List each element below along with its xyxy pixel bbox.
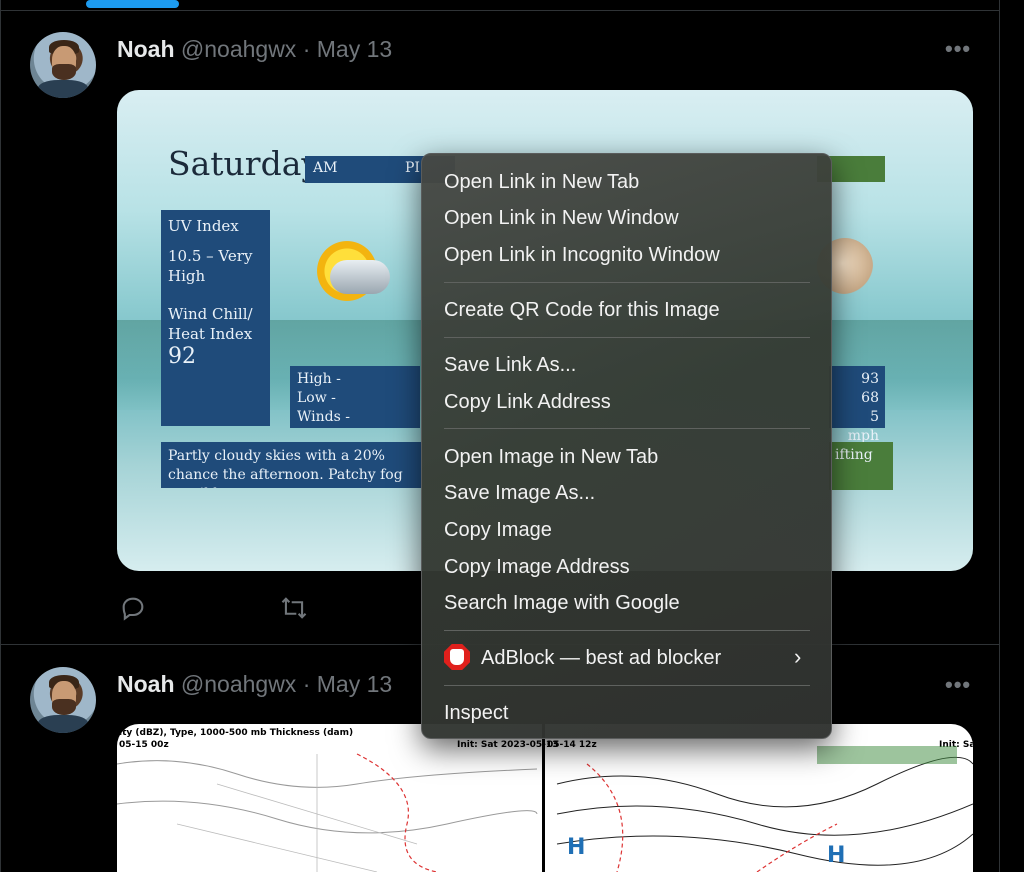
column-border-right (999, 0, 1000, 872)
active-tab-indicator (86, 0, 179, 8)
weather-map-image[interactable]: ity (dBZ), Type, 1000-500 mb Thickness (… (117, 724, 973, 872)
menu-separator (444, 282, 810, 283)
forecast-day: Saturday (168, 144, 321, 183)
uv-panel: UV Index 10.5 – Very High Wind Chill/ He… (161, 210, 270, 426)
adblock-icon (444, 644, 470, 670)
wind-chill-label: Wind Chill/ Heat Index (168, 305, 253, 343)
column-border-left (0, 0, 1, 872)
heat-index-value: 92 (168, 344, 196, 369)
cloud-icon (330, 260, 390, 294)
uv-value: 10.5 – Very High (168, 247, 253, 285)
tweet-header: Noah @noahgwx · May 13 (117, 671, 392, 698)
menu-open-link-new-window[interactable]: Open Link in New Window (444, 207, 679, 230)
author-handle[interactable]: @noahgwx (181, 36, 296, 62)
tweet-date[interactable]: May 13 (317, 36, 392, 62)
svg-text:H: H (827, 843, 845, 868)
right-summary: ifting (835, 447, 873, 463)
winds-label: Winds - (297, 409, 350, 425)
menu-search-image-google[interactable]: Search Image with Google (444, 592, 680, 615)
low-label: Low - (297, 390, 336, 406)
menu-adblock[interactable]: AdBlock — best ad blocker (481, 647, 721, 670)
summary-right-panel: ifting (829, 442, 893, 490)
top-divider (0, 10, 1000, 11)
reply-icon[interactable] (119, 594, 147, 629)
menu-separator (444, 630, 810, 631)
menu-separator (444, 428, 810, 429)
meta-separator: · (296, 36, 317, 62)
menu-inspect[interactable]: Inspect (444, 702, 508, 725)
right-high: 93 (861, 371, 879, 387)
am-label: AM (313, 160, 338, 176)
menu-save-link-as[interactable]: Save Link As... (444, 354, 576, 377)
menu-separator (444, 685, 810, 686)
pm-label: PI (405, 160, 420, 176)
avatar[interactable] (30, 667, 96, 733)
retweet-icon[interactable] (279, 594, 309, 629)
summary-panel: Partly cloudy skies with a 20% chance th… (161, 442, 421, 488)
right-low: 68 (861, 390, 879, 406)
forecast-summary: Partly cloudy skies with a 20% chance th… (168, 448, 403, 488)
high-label: High - (297, 371, 341, 387)
right-wind: 5 mph (847, 409, 879, 444)
menu-copy-image[interactable]: Copy Image (444, 519, 552, 542)
avatar[interactable] (30, 32, 96, 98)
tweet-header: Noah @noahgwx · May 13 (117, 36, 392, 63)
more-icon[interactable]: ••• (945, 36, 971, 62)
meta-separator: · (296, 671, 317, 697)
menu-create-qr-code[interactable]: Create QR Code for this Image (444, 299, 720, 322)
temps-panel: High - Low - Winds - (290, 366, 420, 428)
author-handle[interactable]: @noahgwx (181, 671, 296, 697)
menu-separator (444, 337, 810, 338)
author-name[interactable]: Noah (117, 36, 175, 62)
chevron-right-icon: › (794, 644, 802, 669)
map-panel-divider (542, 724, 545, 872)
menu-open-link-new-tab[interactable]: Open Link in New Tab (444, 171, 639, 194)
map-contours: H H (117, 746, 973, 872)
menu-copy-link-address[interactable]: Copy Link Address (444, 391, 611, 414)
svg-text:H: H (567, 835, 585, 860)
more-icon[interactable]: ••• (945, 672, 971, 698)
temps-right-panel: 93 68 5 mph (829, 366, 885, 444)
context-menu: Open Link in New Tab Open Link in New Wi… (421, 153, 832, 739)
author-name[interactable]: Noah (117, 671, 175, 697)
menu-open-link-incognito[interactable]: Open Link in Incognito Window (444, 244, 720, 267)
menu-open-image-new-tab[interactable]: Open Image in New Tab (444, 446, 658, 469)
tweet-date[interactable]: May 13 (317, 671, 392, 697)
menu-save-image-as[interactable]: Save Image As... (444, 482, 595, 505)
uv-label: UV Index (168, 217, 239, 235)
menu-copy-image-address[interactable]: Copy Image Address (444, 556, 630, 579)
